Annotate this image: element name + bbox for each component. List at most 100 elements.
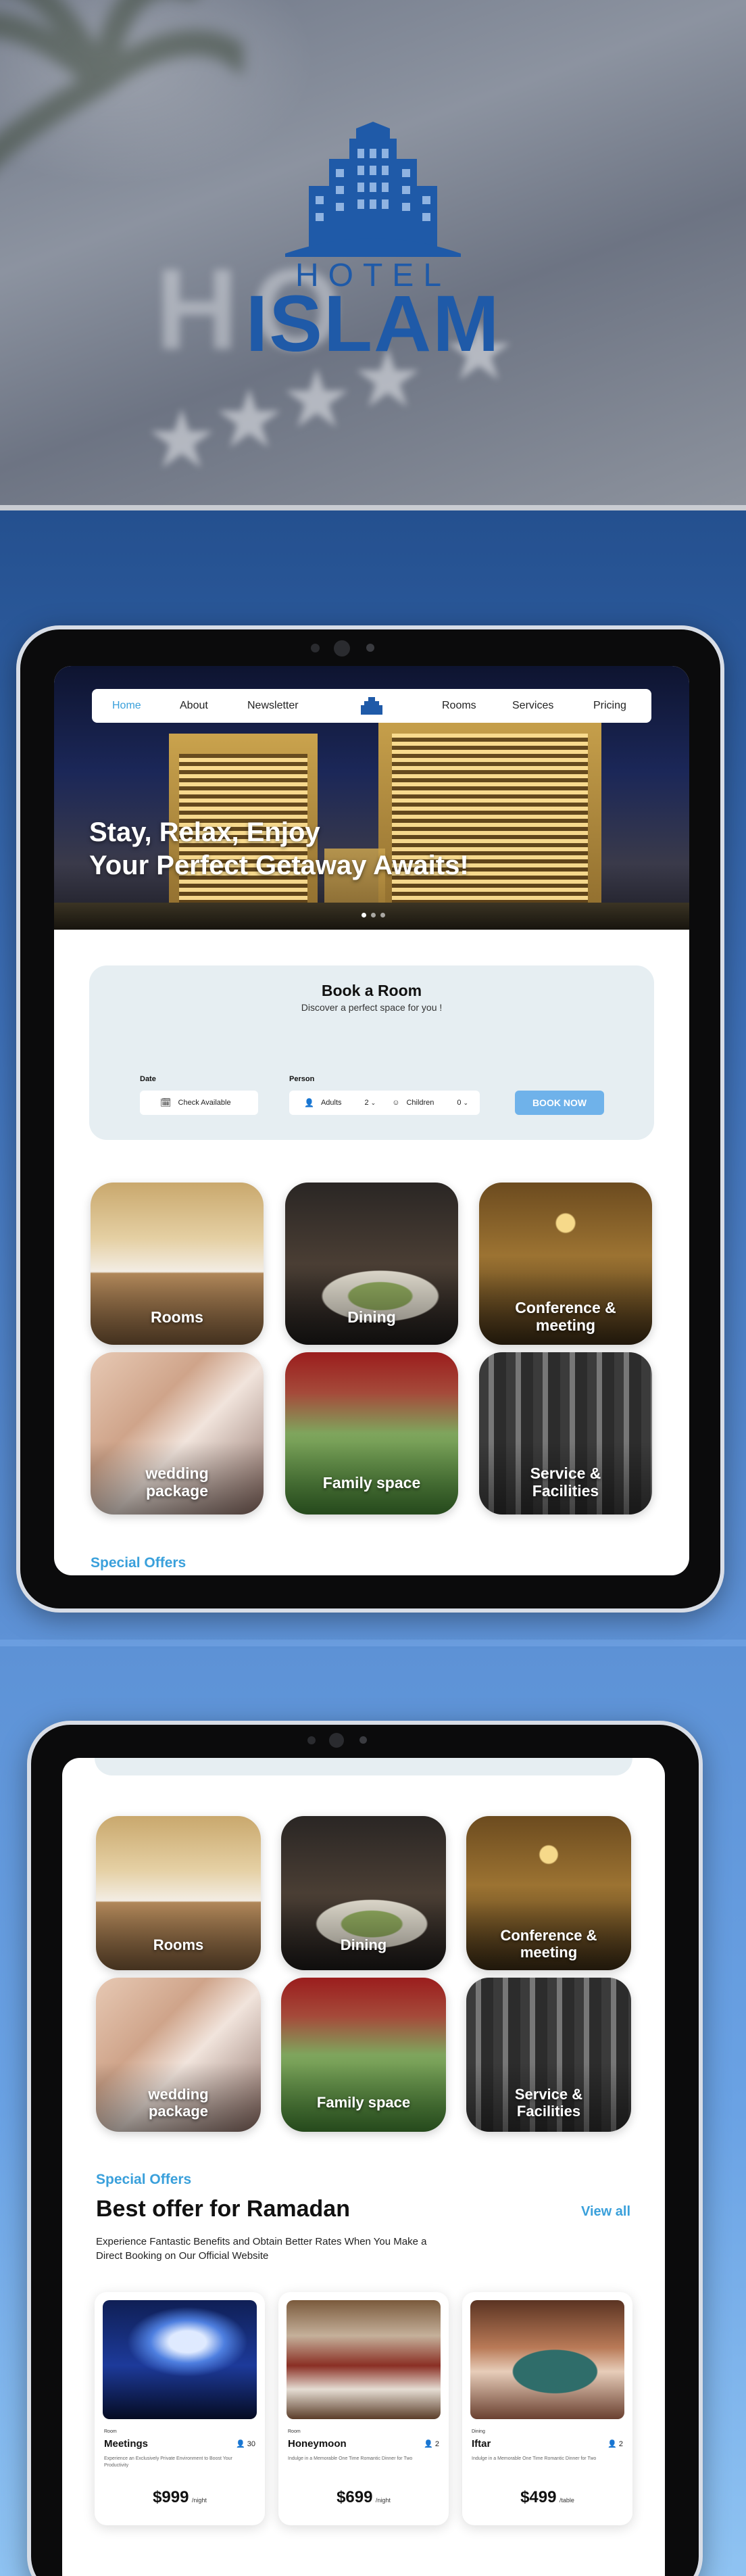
offers-subtitle: Experience Fantastic Benefits and Obtain… [96,2236,427,2262]
children-value[interactable]: 0 [457,1099,461,1107]
tablet-sensor [359,1736,367,1744]
tablet-sensor [307,1736,316,1744]
category-label: Rooms [153,1936,204,1953]
carousel-dot-2[interactable] [371,913,376,917]
tablet-screen-homepage: Stay, Relax, Enjoy Your Perfect Getaway … [54,666,689,1575]
tablet-screen-offers: Rooms Dining Conference & meeting weddin… [62,1758,665,2576]
offer-persons: 👤 2 [424,2440,439,2448]
hero-banner: Stay, Relax, Enjoy Your Perfect Getaway … [54,666,689,930]
booking-panel: Book a Room Discover a perfect space for… [89,965,654,1140]
offer-persons: 👤 30 [235,2440,255,2448]
children-label: Children [406,1099,434,1107]
category-card-rooms[interactable]: Rooms [91,1183,264,1345]
category-card-family-space[interactable]: Family space [285,1352,458,1514]
booking-subtitle: Discover a perfect space for you ! [301,1002,443,1013]
category-card-family-space[interactable]: Family space [281,1978,446,2132]
booking-panel-bottom [95,1758,632,1775]
category-label: Conference & meeting [515,1299,616,1335]
category-card-rooms[interactable]: Rooms [96,1816,261,1970]
view-all-link[interactable]: View all [581,2204,630,2220]
person-icon: 👤 [424,2440,433,2448]
category-card-service[interactable]: Service & Facilities [479,1352,652,1514]
nav-about[interactable]: About [180,700,208,712]
offer-name: Honeymoon [288,2438,347,2450]
calendar-icon: 🗓 [160,1097,172,1107]
hotel-building-icon [285,122,461,257]
adults-label: Adults [320,1099,342,1107]
offer-image [470,2300,624,2419]
offer-category: Room [104,2429,117,2434]
tablet-camera [329,1733,344,1748]
person-icon: 👤 [235,2440,245,2448]
date-field-value: Check Available [178,1099,231,1107]
offer-description: Indulge in a Memorable One Time Romantic… [288,2456,413,2461]
category-card-wedding[interactable]: wedding package [91,1352,264,1514]
nav-home[interactable]: Home [112,700,141,712]
nav-newsletter[interactable]: Newsletter [247,700,299,712]
category-label: Rooms [151,1308,203,1326]
hero-title-line-2: Your Perfect Getaway Awaits! [89,851,469,880]
offer-price: $499 /table [520,2488,574,2506]
special-offers-tag: Special Offers [96,2172,192,2187]
chevron-down-icon[interactable]: ⌄ [371,1099,376,1107]
offer-persons: 👤 2 [607,2440,623,2448]
category-label: Service & Facilities [530,1464,601,1500]
category-card-wedding[interactable]: wedding package [96,1978,261,2132]
hero-title: Stay, Relax, Enjoy Your Perfect Getaway … [89,816,469,882]
chevron-down-icon[interactable]: ⌄ [464,1099,469,1107]
offer-image [103,2300,257,2419]
person-field[interactable]: 👤 Adults 2 ⌄ ☺ Children 0 ⌄ [289,1091,480,1115]
category-label: Family space [322,1474,421,1492]
top-navbar: Home About Newsletter Rooms Services Pri… [92,689,651,723]
category-card-conference[interactable]: Conference & meeting [466,1816,631,1970]
hero-title-line-1: Stay, Relax, Enjoy [89,817,320,847]
offer-description: Experience an Exclusively Private Enviro… [104,2456,232,2468]
children-icon: ☺ [392,1099,400,1107]
tablet-sensor [311,644,320,652]
blurred-star-icon: ★ [213,374,286,464]
nav-pricing[interactable]: Pricing [593,700,626,712]
offer-name: Iftar [472,2438,491,2450]
offer-card-honeymoon[interactable]: Room Honeymoon 👤 2 Indulge in a Memorabl… [278,2292,449,2525]
offer-card-meetings[interactable]: Room Meetings 👤 30 Experience an Exclusi… [95,2292,265,2525]
category-label: wedding package [145,1464,209,1500]
person-icon: 👤 [607,2440,617,2448]
category-label: Family space [316,2094,411,2111]
offers-title: Best offer for Ramadan [96,2196,350,2222]
offer-image [287,2300,441,2419]
offer-price: $999 /night [153,2488,207,2506]
blurred-star-icon: ★ [280,354,353,444]
category-card-service[interactable]: Service & Facilities [466,1978,631,2132]
offer-category: Dining [472,2429,485,2434]
offer-category: Room [288,2429,301,2434]
blurred-star-icon: ★ [145,394,218,485]
logo-hero-section: HO ★ ★ ★ ★ ★ HOTEL ISLAM [0,0,746,510]
logo-text-islam: ISLAM [245,279,501,368]
category-label: Dining [340,1936,387,1953]
nav-rooms[interactable]: Rooms [442,700,476,712]
offer-name: Meetings [104,2438,149,2450]
category-label: Dining [347,1308,396,1326]
offer-description: Indulge in a Memorable One Time Romantic… [472,2456,597,2461]
booking-title: Book a Room [321,982,422,999]
person-icon: 👤 [304,1098,314,1107]
offer-price: $699 /night [337,2488,391,2506]
adults-value[interactable]: 2 [365,1099,369,1107]
date-label: Date [140,1075,156,1083]
nav-logo-icon[interactable] [359,696,384,716]
category-label: Conference & meeting [500,1927,597,1961]
category-card-dining[interactable]: Dining [285,1183,458,1345]
tablet-sensor [366,644,374,652]
carousel-dot-3[interactable] [380,913,385,917]
category-label: Service & Facilities [514,2086,583,2120]
category-card-dining[interactable]: Dining [281,1816,446,1970]
carousel-dot-1[interactable] [362,913,366,917]
category-label: wedding package [148,2086,209,2120]
date-field[interactable]: 🗓 Check Available [140,1091,258,1115]
hotel-logo: HOTEL ISLAM [238,122,508,365]
nav-services[interactable]: Services [512,700,553,712]
offer-card-iftar[interactable]: Dining Iftar 👤 2 Indulge in a Memorable … [462,2292,632,2525]
book-now-button[interactable]: BOOK NOW [515,1091,604,1115]
category-card-conference[interactable]: Conference & meeting [479,1183,652,1345]
palm-tree-decoration [0,0,243,166]
